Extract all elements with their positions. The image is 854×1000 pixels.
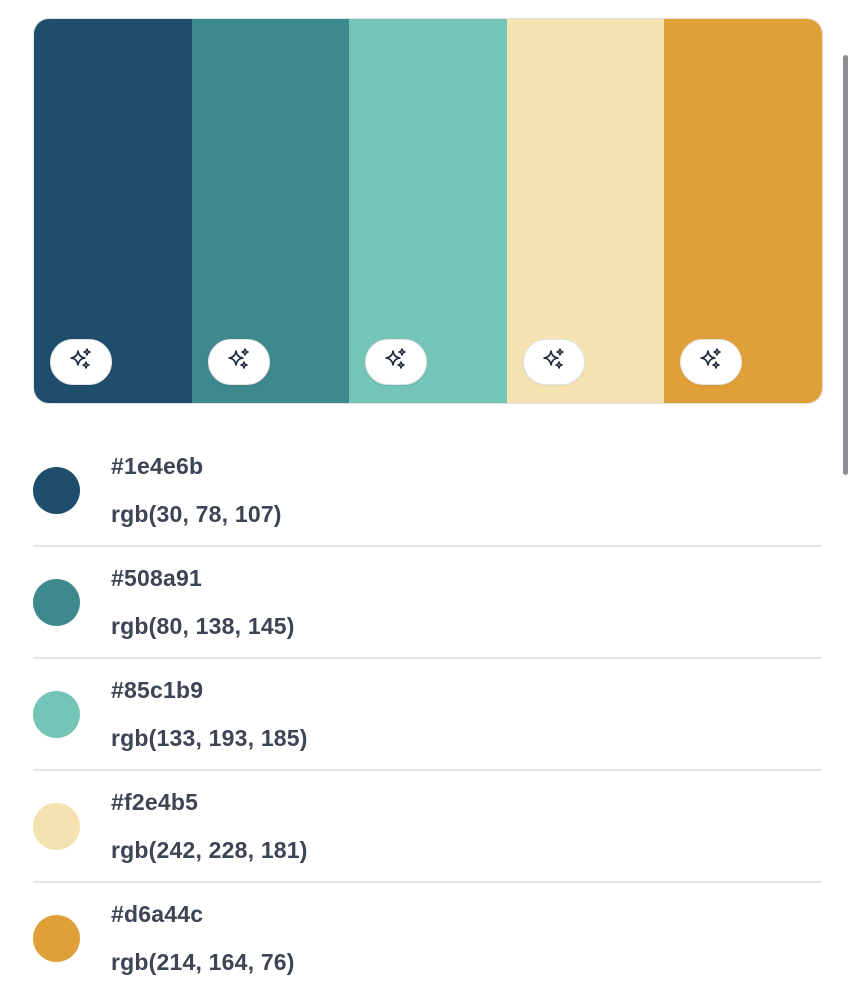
sparkles-icon: [539, 345, 569, 380]
color-dot: [33, 915, 80, 962]
rgb-value[interactable]: rgb(214, 164, 76): [111, 949, 295, 976]
sparkles-icon: [381, 345, 411, 380]
color-row[interactable]: #85c1b9 rgb(133, 193, 185): [33, 659, 822, 771]
color-dot: [33, 579, 80, 626]
color-dot: [33, 467, 80, 514]
color-list: #1e4e6b rgb(30, 78, 107) #508a91 rgb(80,…: [33, 435, 822, 995]
sparkle-button[interactable]: [207, 339, 270, 385]
sparkles-icon: [66, 345, 96, 380]
sparkles-icon: [224, 345, 254, 380]
palette-swatch[interactable]: [349, 19, 507, 403]
rgb-value[interactable]: rgb(242, 228, 181): [111, 837, 308, 864]
hex-value[interactable]: #508a91: [111, 565, 202, 592]
palette-strip: [33, 18, 823, 404]
hex-value[interactable]: #85c1b9: [111, 677, 203, 704]
palette-swatch[interactable]: [34, 19, 192, 403]
color-row[interactable]: #f2e4b5 rgb(242, 228, 181): [33, 771, 822, 883]
rgb-value[interactable]: rgb(80, 138, 145): [111, 613, 295, 640]
scrollbar[interactable]: [843, 55, 848, 475]
hex-value[interactable]: #1e4e6b: [111, 453, 203, 480]
palette-swatch[interactable]: [664, 19, 822, 403]
sparkle-button[interactable]: [365, 339, 428, 385]
color-row[interactable]: #d6a44c rgb(214, 164, 76): [33, 883, 822, 995]
palette-swatch[interactable]: [506, 19, 665, 403]
color-row[interactable]: #1e4e6b rgb(30, 78, 107): [33, 435, 822, 547]
sparkle-button[interactable]: [522, 339, 585, 385]
color-dot: [33, 691, 80, 738]
color-row[interactable]: #508a91 rgb(80, 138, 145): [33, 547, 822, 659]
palette-swatch[interactable]: [191, 19, 350, 403]
hex-value[interactable]: #f2e4b5: [111, 789, 198, 816]
sparkles-icon: [696, 345, 726, 380]
hex-value[interactable]: #d6a44c: [111, 901, 203, 928]
sparkle-button[interactable]: [50, 339, 112, 385]
color-dot: [33, 803, 80, 850]
rgb-value[interactable]: rgb(30, 78, 107): [111, 501, 282, 528]
sparkle-button[interactable]: [680, 339, 743, 385]
rgb-value[interactable]: rgb(133, 193, 185): [111, 725, 308, 752]
